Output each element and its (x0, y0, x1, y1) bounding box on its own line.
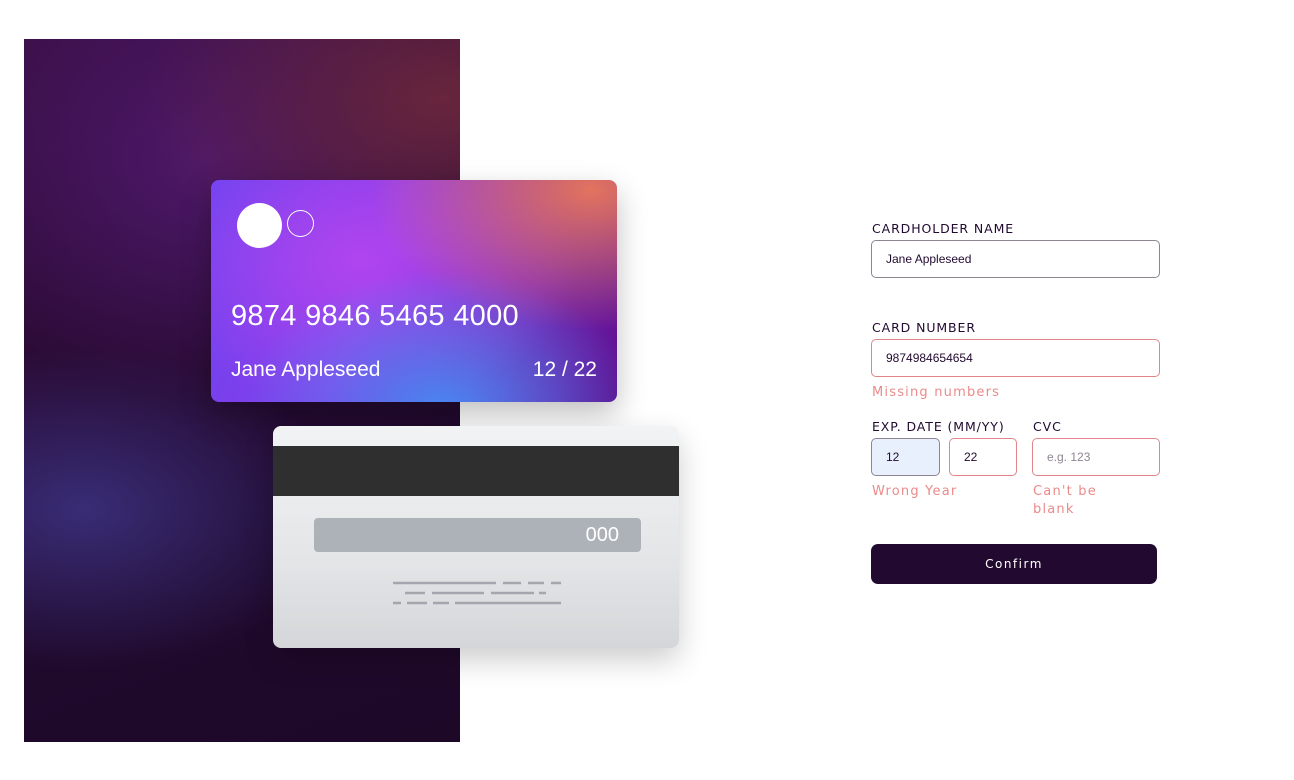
card-back-text-lines-icon (393, 581, 561, 605)
card-number-input[interactable] (871, 339, 1160, 377)
exp-date-error: Wrong Year (872, 484, 958, 499)
signature-strip: 000 (314, 518, 641, 552)
cvc-label: CVC (1033, 419, 1062, 434)
cardholder-name-label: CARDHOLDER NAME (872, 221, 1015, 236)
cvc-error-line-1: Can't be (1033, 484, 1097, 499)
card-back: 000 (273, 426, 679, 648)
card-back-cvc: 000 (585, 524, 619, 546)
confirm-button[interactable]: Confirm (871, 544, 1157, 584)
cvc-input[interactable] (1032, 438, 1160, 476)
magnetic-stripe (273, 446, 679, 496)
exp-date-label: EXP. DATE (MM/YY) (872, 419, 1005, 434)
card-logo-outline-circle-icon (287, 210, 314, 237)
card-front-expiry: 12 / 22 (532, 358, 597, 381)
cardholder-name-input[interactable] (871, 240, 1160, 278)
card-number-label: CARD NUMBER (872, 320, 976, 335)
card-front: 9874 9846 5465 4000 Jane Appleseed 12 / … (211, 180, 617, 402)
exp-year-input[interactable] (949, 438, 1017, 476)
cvc-error: Can't be blank (1033, 483, 1097, 519)
page: 9874 9846 5465 4000 Jane Appleseed 12 / … (0, 0, 1294, 780)
card-front-number: 9874 9846 5465 4000 (231, 300, 519, 332)
card-number-error: Missing numbers (872, 385, 1001, 400)
card-logo-filled-circle-icon (237, 203, 282, 248)
exp-month-input[interactable] (871, 438, 940, 476)
cvc-error-line-2: blank (1033, 502, 1075, 517)
card-front-name: Jane Appleseed (231, 358, 381, 381)
